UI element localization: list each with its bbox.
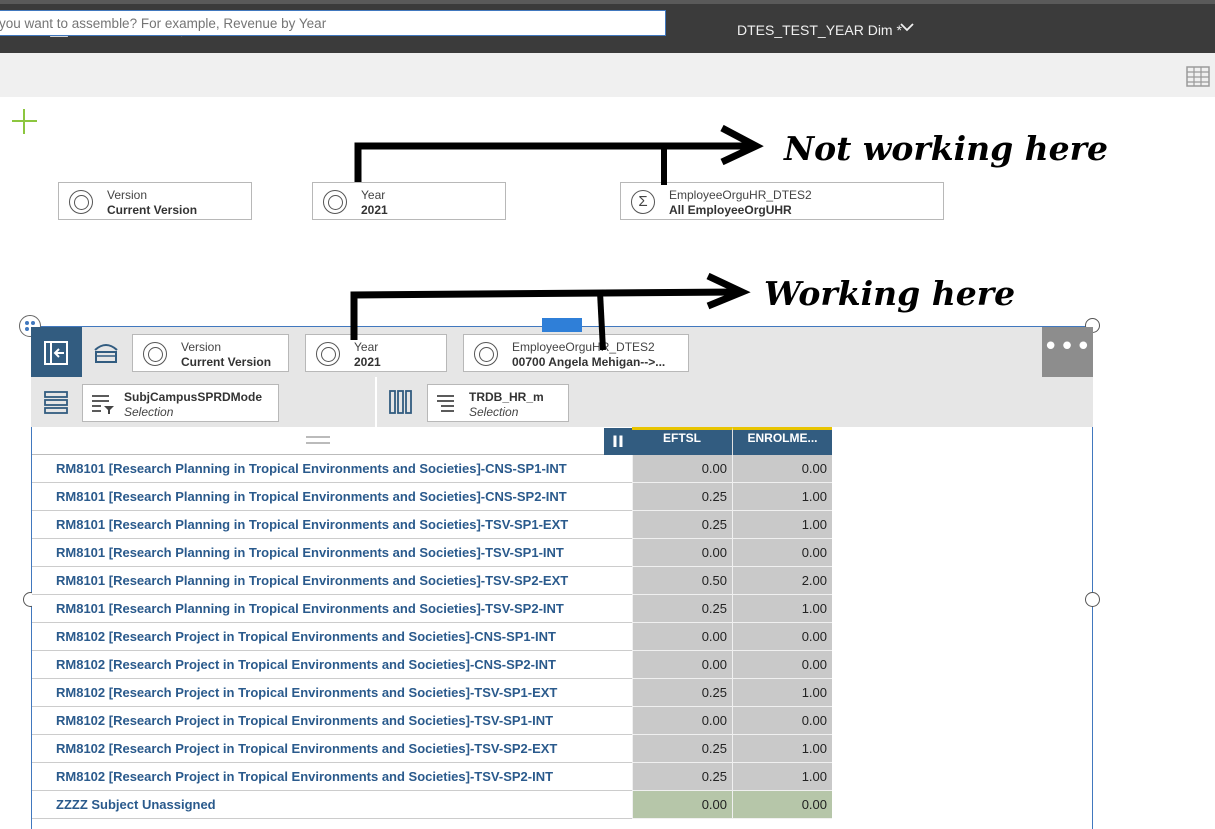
cell-eftsl[interactable]: 0.50 [632, 567, 732, 595]
rows-edge-chip[interactable]: SubjCampusSPRDMode Selection [82, 384, 279, 422]
row-label[interactable]: RM8101 [Research Planning in Tropical En… [32, 455, 632, 483]
rows-edge-label: SubjCampusSPRDMode [124, 390, 263, 404]
row-label[interactable]: RM8101 [Research Planning in Tropical En… [32, 595, 632, 623]
freeze-panes-button[interactable]: II [604, 428, 632, 455]
rows-edge-icon [42, 388, 70, 420]
row-label[interactable]: RM8101 [Research Planning in Tropical En… [32, 483, 632, 511]
cell-eftsl[interactable]: 0.00 [632, 651, 732, 679]
cell-enrolments[interactable]: 1.00 [732, 763, 832, 791]
table-row[interactable]: RM8101 [Research Planning in Tropical En… [32, 595, 832, 623]
cell-enrolments[interactable]: 1.00 [732, 735, 832, 763]
columns-edge-icon [387, 388, 415, 420]
table-row[interactable]: RM8102 [Research Project in Tropical Env… [32, 651, 832, 679]
cell-eftsl[interactable]: 0.00 [632, 455, 732, 483]
annotation-working: Working here [764, 274, 1016, 313]
cell-enrolments[interactable]: 0.00 [732, 539, 832, 567]
cell-enrolments[interactable]: 0.00 [732, 623, 832, 651]
cell-enrolments[interactable]: 0.00 [732, 707, 832, 735]
cell-eftsl[interactable]: 0.25 [632, 483, 732, 511]
row-label[interactable]: RM8101 [Research Planning in Tropical En… [32, 511, 632, 539]
table-row[interactable]: RM8102 [Research Project in Tropical Env… [32, 679, 832, 707]
rows-edge-sub: Selection [124, 405, 174, 419]
cell-enrolments[interactable]: 0.00 [732, 455, 832, 483]
cell-eftsl[interactable]: 0.00 [632, 707, 732, 735]
row-label[interactable]: RM8102 [Research Project in Tropical Env… [32, 679, 632, 707]
table-row[interactable]: RM8101 [Research Planning in Tropical En… [32, 455, 832, 483]
edge-divider [375, 377, 377, 427]
cell-eftsl[interactable]: 0.25 [632, 735, 732, 763]
row-label[interactable]: RM8102 [Research Project in Tropical Env… [32, 763, 632, 791]
hierarchy-list-icon [436, 393, 460, 420]
columns-edge-label: TRDB_HR_m [469, 390, 544, 404]
table-row[interactable]: RM8101 [Research Planning in Tropical En… [32, 483, 832, 511]
hierarchy-filter-icon [91, 393, 115, 420]
drag-handle-icon[interactable] [306, 436, 330, 444]
cell-enrolments[interactable]: 0.00 [732, 651, 832, 679]
table-row[interactable]: RM8102 [Research Project in Tropical Env… [32, 763, 832, 791]
cell-eftsl[interactable]: 0.25 [632, 511, 732, 539]
table-row[interactable]: RM8101 [Research Planning in Tropical En… [32, 511, 832, 539]
table-row[interactable]: RM8102 [Research Project in Tropical Env… [32, 707, 832, 735]
cell-eftsl[interactable]: 0.00 [632, 623, 732, 651]
columns-edge-chip[interactable]: TRDB_HR_m Selection [427, 384, 569, 422]
table-row[interactable]: RM8102 [Research Project in Tropical Env… [32, 735, 832, 763]
table-row[interactable]: RM8101 [Research Planning in Tropical En… [32, 567, 832, 595]
cell-eftsl[interactable]: 0.25 [632, 763, 732, 791]
table-header: II EFTSL ENROLME... [32, 427, 832, 455]
cell-enrolments[interactable]: 0.00 [732, 791, 832, 819]
cell-enrolments[interactable]: 1.00 [732, 511, 832, 539]
row-label[interactable]: RM8101 [Research Planning in Tropical En… [32, 567, 632, 595]
row-label[interactable]: RM8102 [Research Project in Tropical Env… [32, 651, 632, 679]
cell-enrolments[interactable]: 2.00 [732, 567, 832, 595]
cell-eftsl[interactable]: 0.25 [632, 595, 732, 623]
row-header-area: II [32, 427, 632, 455]
row-label[interactable]: RM8102 [Research Project in Tropical Env… [32, 735, 632, 763]
table-row[interactable]: ZZZZ Subject Unassigned 0.00 0.00 [32, 791, 832, 819]
column-header-enrolments[interactable]: ENROLME... [732, 427, 832, 455]
row-label[interactable]: RM8102 [Research Project in Tropical Env… [32, 707, 632, 735]
table-row[interactable]: RM8102 [Research Project in Tropical Env… [32, 623, 832, 651]
table-row[interactable]: RM8101 [Research Planning in Tropical En… [32, 539, 832, 567]
columns-edge-sub: Selection [469, 405, 519, 419]
row-label[interactable]: RM8102 [Research Project in Tropical Env… [32, 623, 632, 651]
row-label[interactable]: RM8101 [Research Planning in Tropical En… [32, 539, 632, 567]
cell-eftsl[interactable]: 0.00 [632, 539, 732, 567]
column-header-eftsl[interactable]: EFTSL [632, 427, 732, 455]
cell-enrolments[interactable]: 1.00 [732, 679, 832, 707]
cell-eftsl[interactable]: 0.25 [632, 679, 732, 707]
row-label[interactable]: ZZZZ Subject Unassigned [32, 791, 632, 819]
cell-enrolments[interactable]: 1.00 [732, 595, 832, 623]
cell-eftsl[interactable]: 0.00 [632, 791, 732, 819]
cell-enrolments[interactable]: 1.00 [732, 483, 832, 511]
